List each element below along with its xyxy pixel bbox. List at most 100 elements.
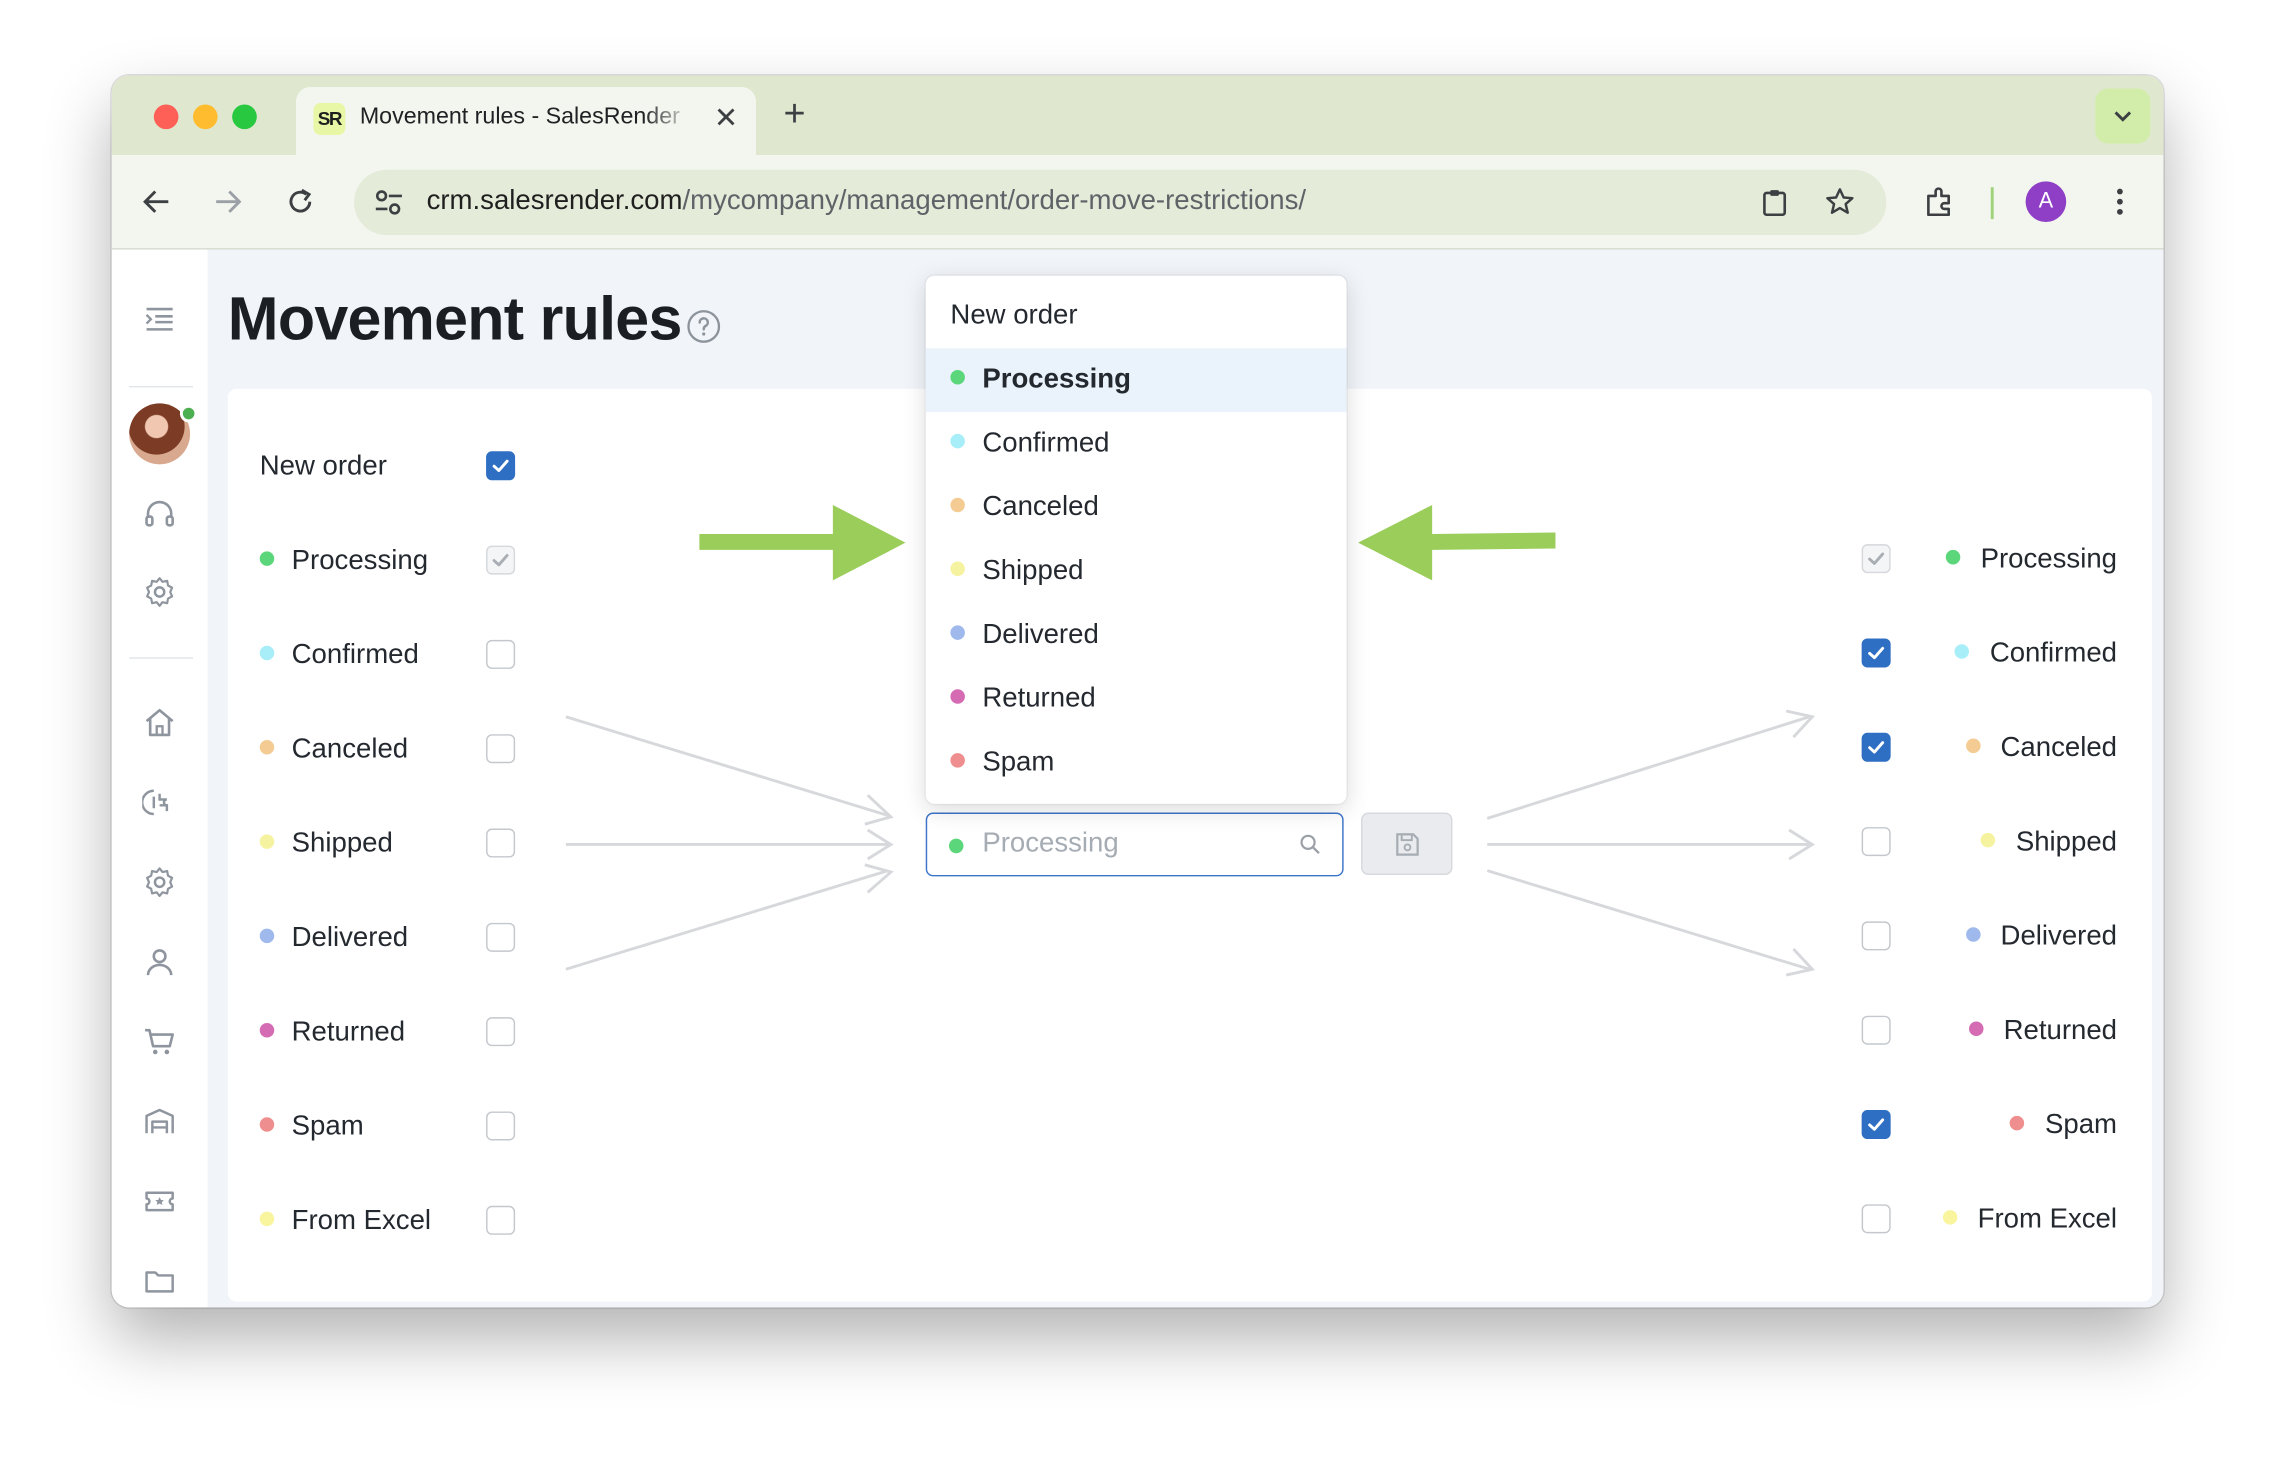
source-status-checkbox[interactable]: [486, 639, 516, 669]
dropdown-option-label: Confirmed: [982, 428, 1110, 459]
checkmark-icon: [492, 459, 509, 473]
site-info-icon[interactable]: [373, 187, 405, 219]
status-color-dot: [1981, 832, 1996, 848]
tab-close-icon[interactable]: ✕: [714, 100, 738, 136]
cart-icon[interactable]: [142, 1024, 177, 1059]
status-color-dot: [1942, 1210, 1958, 1225]
sidebar: [111, 249, 208, 1308]
checkmark-icon: [1868, 741, 1885, 754]
dropdown-option[interactable]: Shipped: [926, 540, 1347, 604]
status-dropdown-menu: New order Processing Confirmed Canceled Ship…: [925, 275, 1347, 804]
source-status-checkbox: [486, 545, 516, 575]
menu-collapse-icon[interactable]: [142, 302, 177, 337]
maximize-window-button[interactable]: [232, 104, 257, 130]
status-color-dot: [259, 928, 275, 944]
clipboard-icon[interactable]: [1759, 186, 1791, 218]
source-status-label: Canceled: [259, 734, 409, 766]
ticket-icon[interactable]: [142, 1184, 177, 1219]
target-status-checkbox[interactable]: [1861, 638, 1891, 668]
status-color-dot: [950, 561, 965, 577]
tab-title: Movement rules - SalesRender: [359, 104, 680, 130]
status-label-text: Processing: [1980, 544, 2118, 575]
dropdown-option-label: Returned: [982, 683, 1096, 714]
dropdown-option[interactable]: Processing: [925, 348, 1347, 413]
bookmark-star-icon[interactable]: [1824, 186, 1856, 218]
source-status-checkbox[interactable]: [486, 828, 516, 858]
target-status-checkbox: [1861, 544, 1891, 574]
dropdown-option-label: Canceled: [982, 491, 1099, 523]
site-favicon: SR: [313, 103, 346, 135]
source-status-label: Delivered: [259, 923, 408, 955]
status-label-text: Canceled: [291, 734, 409, 765]
status-label-text: Spam: [2044, 1110, 2118, 1141]
close-window-button[interactable]: [153, 104, 179, 130]
source-status-checkbox[interactable]: [486, 1017, 516, 1047]
user-icon[interactable]: [142, 945, 177, 980]
source-status-checkbox[interactable]: [486, 1205, 516, 1235]
target-status-label: Confirmed: [1954, 638, 2117, 670]
dropdown-option[interactable]: Canceled: [926, 476, 1347, 540]
status-label-text: Processing: [291, 545, 429, 577]
target-status-label: Spam: [2010, 1110, 2117, 1142]
save-button[interactable]: [1361, 812, 1453, 875]
tab-search-button[interactable]: [2095, 88, 2151, 144]
home-icon[interactable]: [142, 705, 177, 740]
warehouse-icon[interactable]: [142, 1104, 177, 1139]
target-status-checkbox[interactable]: [1861, 1110, 1891, 1140]
status-label-text: Returned: [291, 1017, 406, 1048]
address-bar[interactable]: crm.salesrender.com/mycompany/management…: [354, 169, 1887, 236]
source-status-label: Confirmed: [259, 640, 419, 672]
status-color-dot: [950, 497, 965, 513]
dropdown-option-label: Delivered: [982, 619, 1099, 651]
source-status-checkbox[interactable]: [486, 922, 516, 952]
folder-icon[interactable]: [142, 1264, 177, 1299]
tab-strip: SR Movement rules - SalesRender ✕ +: [111, 75, 2164, 156]
target-status-checkbox[interactable]: [1861, 827, 1891, 857]
target-status-checkbox[interactable]: [1861, 1015, 1891, 1045]
target-status-checkbox[interactable]: [1861, 732, 1891, 762]
settings-icon[interactable]: [142, 575, 177, 610]
browser-toolbar: crm.salesrender.com/mycompany/management…: [111, 155, 2164, 250]
status-color-dot: [259, 645, 275, 661]
dropdown-option-label: Shipped: [982, 555, 1084, 587]
target-status-checkbox[interactable]: [1861, 921, 1891, 951]
forward-icon[interactable]: [212, 186, 244, 218]
status-label-text: Delivered: [2000, 921, 2118, 952]
headset-icon[interactable]: [142, 496, 177, 531]
status-label-text: From Excel: [291, 1205, 432, 1237]
settings-icon[interactable]: [142, 865, 177, 900]
back-icon[interactable]: [141, 186, 173, 218]
help-icon[interactable]: [686, 309, 721, 344]
reload-icon[interactable]: [284, 186, 316, 218]
source-status-label: Spam: [259, 1111, 364, 1143]
dropdown-option[interactable]: Returned: [926, 667, 1347, 731]
status-color-dot: [1945, 549, 1961, 565]
dropdown-option[interactable]: Confirmed: [926, 412, 1347, 476]
target-status-checkbox[interactable]: [1861, 1204, 1891, 1234]
status-select-input[interactable]: Processing: [925, 812, 1344, 877]
source-status-checkbox[interactable]: [486, 1111, 516, 1141]
dropdown-option[interactable]: Spam: [926, 731, 1347, 795]
status-color-dot: [259, 834, 275, 849]
source-status-label: Shipped: [259, 829, 393, 861]
minimize-window-button[interactable]: [192, 104, 218, 130]
target-status-label: Shipped: [1981, 827, 2117, 859]
target-status-label: Canceled: [1965, 732, 2118, 765]
status-label-text: Canceled: [2000, 732, 2118, 764]
extensions-icon[interactable]: [1923, 184, 1958, 219]
source-status-checkbox[interactable]: [486, 734, 516, 764]
source-status-checkbox[interactable]: [486, 451, 516, 481]
status-color-dot: [1968, 1021, 1984, 1036]
integrations-icon[interactable]: [142, 785, 177, 820]
status-color-dot: [948, 838, 964, 854]
checkmark-icon: [1868, 646, 1885, 660]
browser-tab-active[interactable]: SR Movement rules - SalesRender ✕: [296, 87, 756, 156]
more-vert-icon[interactable]: [2102, 184, 2137, 219]
dropdown-option[interactable]: New order: [926, 284, 1347, 348]
dropdown-option[interactable]: Delivered: [926, 604, 1347, 668]
status-color-dot: [259, 1211, 275, 1227]
new-tab-button[interactable]: +: [784, 93, 806, 134]
status-label-text: Returned: [2003, 1015, 2118, 1047]
target-status-label: Delivered: [1965, 921, 2118, 953]
profile-avatar[interactable]: A: [2025, 181, 2067, 223]
